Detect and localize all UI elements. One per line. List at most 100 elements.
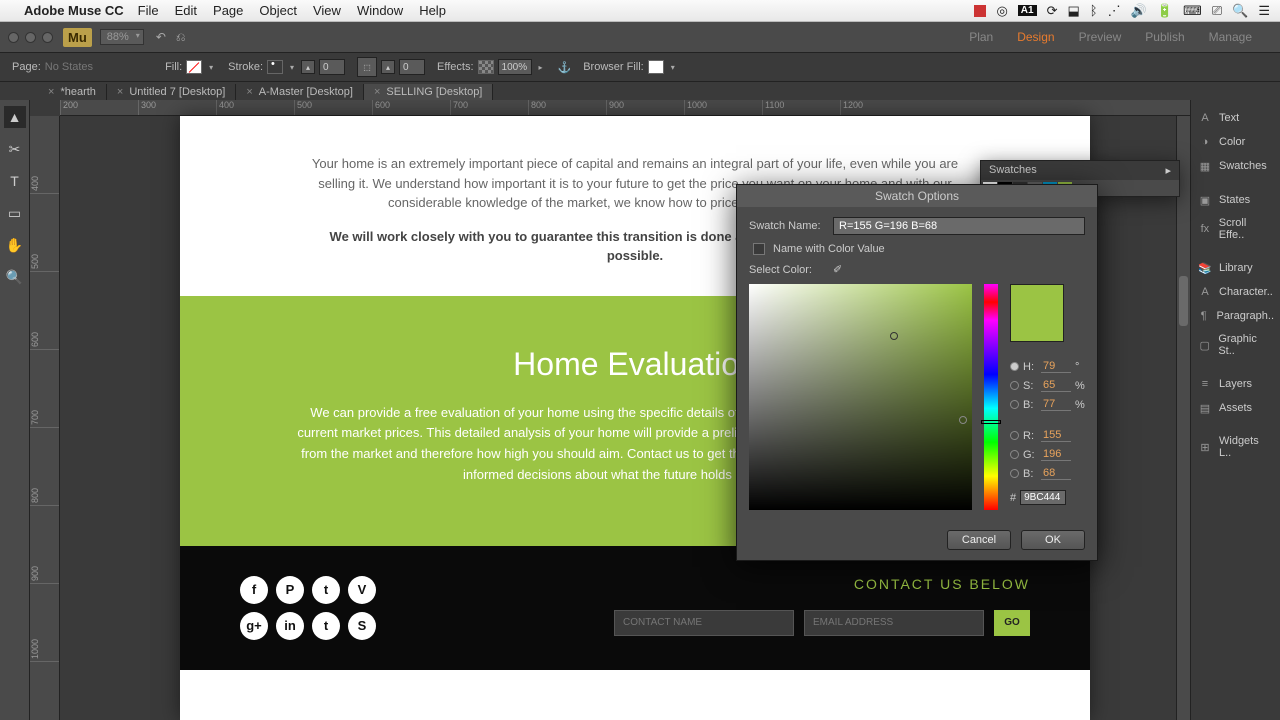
battery-icon[interactable]: 🔋: [1157, 3, 1173, 19]
g-input[interactable]: [1041, 448, 1071, 461]
s-input[interactable]: [1041, 379, 1071, 392]
mode-preview[interactable]: Preview: [1079, 30, 1122, 44]
panel-graphicstyle[interactable]: ▢Graphic St..: [1191, 328, 1280, 362]
rectangle-tool[interactable]: ▭: [4, 202, 26, 224]
mode-design[interactable]: Design: [1017, 30, 1054, 44]
wifi-icon[interactable]: ⋰: [1108, 3, 1121, 19]
corner-stepper[interactable]: ▴: [381, 60, 395, 74]
effects-dd[interactable]: ▸: [536, 63, 546, 72]
scrollbar-vertical[interactable]: [1176, 116, 1190, 720]
status-icon[interactable]: [974, 5, 986, 17]
facebook-icon[interactable]: f: [240, 576, 268, 604]
panel-widgets[interactable]: ⊞Widgets L..: [1191, 430, 1280, 464]
panel-text[interactable]: AText: [1191, 106, 1280, 130]
sv-cursor-alt[interactable]: [959, 416, 967, 424]
menu-window[interactable]: Window: [357, 3, 403, 18]
saturation-value-picker[interactable]: [749, 284, 972, 510]
input-icon[interactable]: ⌨: [1183, 3, 1202, 19]
sync-icon[interactable]: ⟳: [1047, 3, 1058, 19]
page-state[interactable]: No States: [45, 61, 93, 73]
close-icon[interactable]: ×: [374, 86, 380, 98]
fill-dd[interactable]: ▾: [206, 63, 216, 72]
sv-cursor[interactable]: [890, 332, 898, 340]
cc-icon[interactable]: ◎: [996, 3, 1007, 19]
menu-help[interactable]: Help: [419, 3, 446, 18]
fill-swatch[interactable]: [186, 60, 202, 74]
panel-library[interactable]: 📚Library: [1191, 256, 1280, 280]
stroke-stepper[interactable]: ▴: [301, 60, 315, 74]
bb-input[interactable]: [1041, 467, 1071, 480]
redo-icon[interactable]: ⎌: [176, 30, 186, 45]
panel-states[interactable]: ▣States: [1191, 188, 1280, 212]
vimeo-icon[interactable]: V: [348, 576, 376, 604]
effects-value[interactable]: [498, 59, 532, 75]
undo-icon[interactable]: ↶: [156, 30, 166, 44]
browserfill-dd[interactable]: ▾: [668, 63, 678, 72]
dropbox-icon[interactable]: ⬓: [1068, 3, 1080, 19]
menu-icon[interactable]: ☰: [1258, 3, 1270, 19]
stroke-value[interactable]: [319, 59, 345, 75]
hue-slider[interactable]: [984, 284, 998, 510]
browserfill-swatch[interactable]: [648, 60, 664, 74]
name-with-value-checkbox[interactable]: [753, 243, 765, 255]
bluetooth-icon[interactable]: ᛒ: [1090, 3, 1098, 18]
anchor-icon[interactable]: ⚓: [558, 61, 572, 74]
menu-edit[interactable]: Edit: [175, 3, 197, 18]
swatch-name-input[interactable]: [833, 217, 1085, 235]
close-icon[interactable]: ×: [246, 86, 252, 98]
panel-swatches[interactable]: ▦Swatches: [1191, 154, 1280, 178]
panel-menu-icon[interactable]: ▸: [1165, 164, 1171, 177]
effects-swatch[interactable]: [478, 60, 494, 74]
close-icon[interactable]: ×: [48, 86, 54, 98]
h-radio[interactable]: [1010, 362, 1019, 371]
h-input[interactable]: [1041, 360, 1071, 373]
menu-object[interactable]: Object: [259, 3, 297, 18]
mode-publish[interactable]: Publish: [1145, 30, 1184, 44]
s-radio[interactable]: [1010, 381, 1019, 390]
twitter-icon[interactable]: t: [312, 576, 340, 604]
zoom-select[interactable]: 88%: [100, 29, 144, 45]
go-button[interactable]: GO: [994, 610, 1030, 636]
hue-marker[interactable]: [981, 420, 1001, 424]
tab-amaster[interactable]: ×A-Master [Desktop]: [236, 84, 364, 100]
panel-layers[interactable]: ≡Layers: [1191, 372, 1280, 396]
display-icon[interactable]: ⎚: [1212, 3, 1222, 19]
ok-button[interactable]: OK: [1021, 530, 1085, 550]
r-radio[interactable]: [1010, 431, 1019, 440]
search-icon[interactable]: 🔍: [1232, 3, 1248, 19]
b-input[interactable]: [1041, 398, 1071, 411]
r-input[interactable]: [1041, 429, 1071, 442]
b-radio[interactable]: [1010, 400, 1019, 409]
menu-page[interactable]: Page: [213, 3, 243, 18]
eyedropper-icon[interactable]: ✐: [833, 263, 842, 276]
bb-radio[interactable]: [1010, 469, 1019, 478]
mode-manage[interactable]: Manage: [1209, 30, 1252, 44]
panel-paragraph[interactable]: ¶Paragraph..: [1191, 304, 1280, 328]
adobe-badge[interactable]: A 1: [1018, 5, 1037, 16]
contact-email-input[interactable]: [804, 610, 984, 636]
close-icon[interactable]: ×: [117, 86, 123, 98]
tab-hearth[interactable]: ×*hearth: [38, 84, 107, 100]
tumblr-icon[interactable]: t: [312, 612, 340, 640]
corners-icon[interactable]: ⬚: [357, 57, 377, 77]
app-name[interactable]: Adobe Muse CC: [24, 3, 124, 18]
hex-input[interactable]: [1020, 490, 1066, 505]
contact-name-input[interactable]: [614, 610, 794, 636]
mode-plan[interactable]: Plan: [969, 30, 993, 44]
text-tool[interactable]: T: [4, 170, 26, 192]
selection-tool[interactable]: ▲: [4, 106, 26, 128]
skype-icon[interactable]: S: [348, 612, 376, 640]
hand-tool[interactable]: ✋: [4, 234, 26, 256]
panel-color[interactable]: ◑Color: [1191, 130, 1280, 154]
tab-untitled[interactable]: ×Untitled 7 [Desktop]: [107, 84, 236, 100]
linkedin-icon[interactable]: in: [276, 612, 304, 640]
scroll-thumb[interactable]: [1179, 276, 1188, 326]
g-radio[interactable]: [1010, 450, 1019, 459]
panel-character[interactable]: ACharacter..: [1191, 280, 1280, 304]
stroke-dd[interactable]: ▾: [287, 63, 297, 72]
zoom-tool[interactable]: 🔍: [4, 266, 26, 288]
window-controls[interactable]: [8, 32, 53, 43]
menu-view[interactable]: View: [313, 3, 341, 18]
cancel-button[interactable]: Cancel: [947, 530, 1011, 550]
panel-assets[interactable]: ▤Assets: [1191, 396, 1280, 420]
